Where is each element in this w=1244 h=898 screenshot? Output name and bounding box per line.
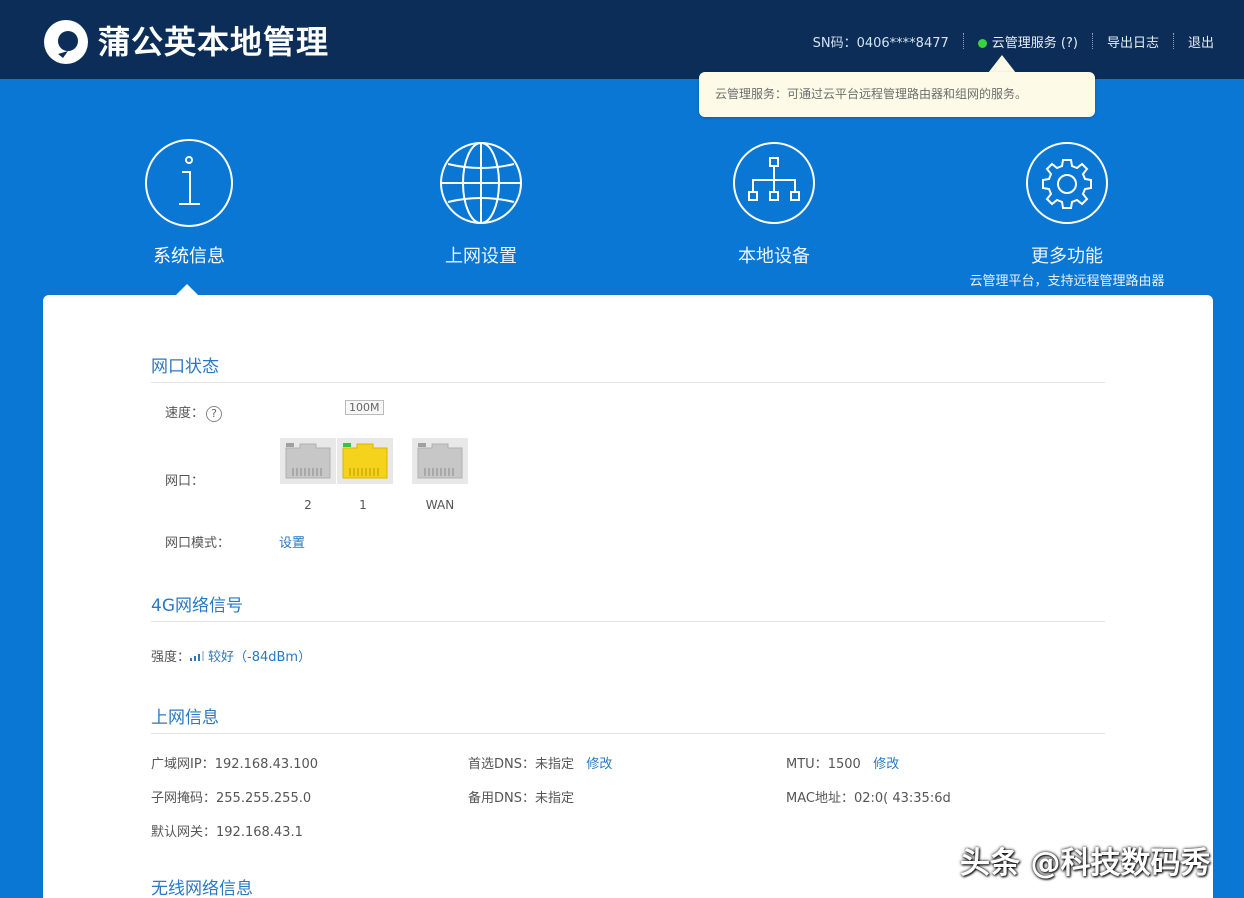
mtu-value: 1500 xyxy=(827,757,861,772)
cloud-service-link[interactable]: 云管理服务 (?) xyxy=(977,32,1078,51)
export-log-link[interactable]: 导出日志 xyxy=(1107,32,1159,51)
divider xyxy=(1091,33,1093,49)
dandelion-logo-icon xyxy=(44,20,88,64)
logout-link[interactable]: 退出 xyxy=(1188,32,1214,51)
signal-strength-label: 强度： xyxy=(151,650,191,665)
divider xyxy=(962,33,964,49)
signal-bars-icon xyxy=(190,651,205,661)
modify-dns-link[interactable]: 修改 xyxy=(586,757,612,772)
mtu-label: MTU： xyxy=(786,757,828,772)
section-title-4g-signal: 4G网络信号 xyxy=(151,596,243,616)
content-panel: 网口状态 速度：? 100M 网口： 2 1 WAN 网口模式： 设置 4G网络… xyxy=(43,295,1213,898)
secondary-dns: 备用DNS：未指定 xyxy=(468,787,574,806)
speed-badge: 100M xyxy=(345,400,384,415)
secondary-dns-label: 备用DNS： xyxy=(468,791,535,806)
watermark: 头条 @科技数码秀 xyxy=(960,846,1211,881)
wan-ip-value: 192.168.43.100 xyxy=(214,757,319,772)
section-title-internet-info: 上网信息 xyxy=(151,708,219,728)
section-divider xyxy=(151,382,1105,383)
globe-icon xyxy=(440,142,522,224)
primary-dns-value: 未指定 xyxy=(535,757,575,772)
mac-address: MAC地址：02:0( 43:35:6d xyxy=(786,787,951,806)
nav-label: 上网设置 xyxy=(445,246,517,267)
app-title: 蒲公英本地管理 xyxy=(98,23,330,61)
tooltip-arrow xyxy=(988,55,1016,73)
wan-ip: 广域网IP：192.168.43.100 xyxy=(151,753,318,772)
primary-dns: 首选DNS：未指定 修改 xyxy=(468,753,612,772)
nav-label: 更多功能 xyxy=(1031,246,1103,267)
port-label: 网口： xyxy=(165,474,205,489)
divider xyxy=(1172,33,1174,49)
port-number: WAN xyxy=(425,498,455,512)
ethernet-port-icon xyxy=(337,438,393,484)
secondary-dns-value: 未指定 xyxy=(535,791,575,806)
cloud-service-tooltip: 云管理服务：可通过云平台远程管理路由器和组网的服务。 xyxy=(699,72,1095,117)
section-divider xyxy=(151,733,1105,734)
info-icon xyxy=(145,139,233,227)
sn-code: SN码：0406****8477 xyxy=(812,35,949,51)
port-number: 2 xyxy=(304,498,312,512)
primary-dns-label: 首选DNS： xyxy=(468,757,535,772)
default-gateway: 默认网关：192.168.43.1 xyxy=(151,821,303,840)
nav-internet-settings[interactable]: 上网设置 xyxy=(391,138,571,268)
port-mode-label: 网口模式： xyxy=(165,536,231,551)
nav-local-devices[interactable]: 本地设备 xyxy=(684,138,864,268)
network-tree-icon xyxy=(733,142,815,224)
nav-more-features[interactable]: 更多功能 xyxy=(977,138,1157,268)
gateway-label: 默认网关： xyxy=(151,825,217,840)
signal-strength: 强度： 较好（-84dBm） xyxy=(151,646,311,665)
active-tab-indicator xyxy=(176,284,198,295)
gateway-value: 192.168.43.1 xyxy=(216,825,303,840)
port-mode-settings-link[interactable]: 设置 xyxy=(279,532,305,551)
port-number: 1 xyxy=(359,498,367,512)
wan-ip-label: 广域网IP： xyxy=(151,757,215,772)
ethernet-port-icon xyxy=(412,438,468,484)
speed-label-text: 速度： xyxy=(165,406,205,421)
section-divider xyxy=(151,621,1105,622)
status-dot-icon xyxy=(977,38,987,48)
modify-mtu-link[interactable]: 修改 xyxy=(873,757,899,772)
nav-system-info[interactable]: 系统信息 xyxy=(99,138,279,268)
help-icon[interactable]: ? xyxy=(206,405,223,422)
header-actions: SN码：0406****8477 云管理服务 (?) 导出日志 退出 xyxy=(813,30,1214,52)
cloud-service-label: 云管理服务 (?) xyxy=(991,35,1078,51)
signal-strength-value: 较好（-84dBm） xyxy=(208,650,312,665)
gear-icon xyxy=(1026,142,1108,224)
subnet-mask: 子网掩码：255.255.255.0 xyxy=(151,787,311,806)
mtu: MTU：1500 修改 xyxy=(786,753,899,772)
ethernet-port-icon xyxy=(280,438,336,484)
nav-label: 系统信息 xyxy=(153,246,225,267)
nav-label: 本地设备 xyxy=(738,246,810,267)
mac-label: MAC地址： xyxy=(786,791,854,806)
subnet-mask-value: 255.255.255.0 xyxy=(216,791,312,806)
subnet-mask-label: 子网掩码： xyxy=(151,791,217,806)
section-title-port-status: 网口状态 xyxy=(151,357,219,377)
top-bar: 蒲公英本地管理 SN码：0406****8477 云管理服务 (?) 导出日志 … xyxy=(0,0,1244,79)
section-title-wireless-info: 无线网络信息 xyxy=(151,879,253,898)
mac-value: 02:0( 43:35:6d xyxy=(853,791,951,806)
more-features-subtitle: 云管理平台，支持远程管理路由器 xyxy=(969,274,1165,289)
speed-label: 速度：? xyxy=(165,402,223,422)
